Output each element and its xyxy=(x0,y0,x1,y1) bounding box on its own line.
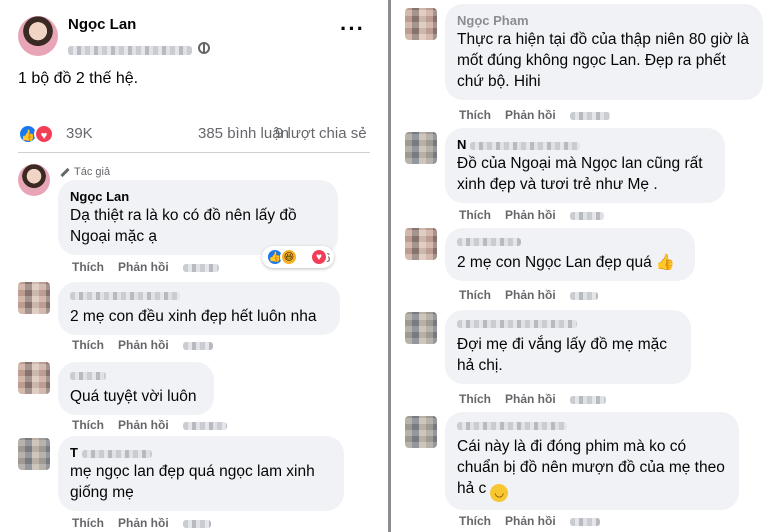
timestamp-redacted xyxy=(182,341,213,350)
like-link[interactable]: Thích xyxy=(72,516,104,530)
like-link[interactable]: Thích xyxy=(72,418,104,432)
comment-actions: Thích Phản hồi xyxy=(459,208,618,222)
comment-text: Thực ra hiện tại đồ của thập niên 80 giờ… xyxy=(457,31,749,90)
comment-author[interactable]: T xyxy=(70,444,332,461)
comment-bubble: Cái này là đi đóng phim mà ko có chuẩn b… xyxy=(445,412,739,510)
comment-bubble: 2 mẹ con Ngọc Lan đẹp quá 👍 xyxy=(445,228,695,281)
globe-icon xyxy=(198,42,210,54)
post-reactions[interactable]: 👍 ♥ xyxy=(18,124,60,144)
comment-actions: Thích Phản hồi xyxy=(459,392,620,406)
comment-author[interactable]: Ngọc Lan xyxy=(70,188,326,205)
timestamp-redacted xyxy=(569,111,610,120)
comment-text: 2 mẹ con đều xinh đẹp hết luôn nha xyxy=(70,308,317,325)
comment-actions: Thích Phản hồi xyxy=(72,516,225,530)
comment-text: Đợi mẹ đi vắng lấy đồ mẹ mặc hả chị. xyxy=(457,336,668,374)
comment-bubble: 2 mẹ con đều xinh đẹp hết luôn nha xyxy=(58,282,340,335)
comment-text: 2 mẹ con Ngọc Lan đẹp quá xyxy=(457,254,652,271)
comment-actions: Thích Phản hồi xyxy=(459,288,612,302)
timestamp-redacted xyxy=(182,421,227,430)
like-link[interactable]: Thích xyxy=(459,392,491,406)
reply-link[interactable]: Phản hồi xyxy=(118,260,169,274)
comment-text: mẹ ngọc lan đẹp quá ngọc lam xinh giống … xyxy=(70,463,315,501)
avatar[interactable] xyxy=(405,132,437,164)
comment-author-redacted xyxy=(81,449,152,458)
comment-reactions[interactable]: 👍 😆 ♥ 76 xyxy=(262,246,335,268)
post-caption: 1 bộ đồ 2 thế hệ. xyxy=(18,70,139,87)
comment-author-redacted[interactable] xyxy=(457,238,521,246)
reply-link[interactable]: Phản hồi xyxy=(505,288,556,302)
love-icon: ♥ xyxy=(310,248,328,266)
timestamp-redacted xyxy=(182,519,211,528)
comment-author[interactable]: Ngọc Pham xyxy=(457,12,751,29)
thumbs-up-icon: 👍 xyxy=(655,254,676,271)
comment-text: Dạ thiệt ra là ko có đồ nên lấy đồ Ngoại… xyxy=(70,207,297,245)
timestamp-redacted xyxy=(182,263,219,272)
haha-icon: 😆 xyxy=(280,248,298,266)
timestamp-redacted xyxy=(569,395,606,404)
pencil-icon xyxy=(60,167,70,177)
comment-bubble: Ngọc Lan Dạ thiệt ra là ko có đồ nên lấy… xyxy=(58,180,338,255)
comment-actions: Thích Phản hồi xyxy=(72,338,227,352)
comment-bubble: Quá tuyệt vời luôn xyxy=(58,362,214,415)
comment-bubble: N Đồ của Ngoại mà Ngọc lan cũng rất xinh… xyxy=(445,128,725,203)
reply-link[interactable]: Phản hồi xyxy=(505,108,556,122)
comment-author-redacted[interactable] xyxy=(70,372,106,380)
author-badge: Tác giả xyxy=(60,166,110,178)
like-link[interactable]: Thích xyxy=(459,514,491,528)
avatar[interactable] xyxy=(18,282,50,314)
like-link[interactable]: Thích xyxy=(459,108,491,122)
avatar[interactable] xyxy=(18,362,50,394)
like-link[interactable]: Thích xyxy=(72,260,104,274)
reply-link[interactable]: Phản hồi xyxy=(505,208,556,222)
divider xyxy=(18,152,370,153)
shares-count[interactable]: 9 lượt chia sẻ xyxy=(275,125,367,142)
reply-link[interactable]: Phản hồi xyxy=(505,514,556,528)
comment-author-redacted[interactable] xyxy=(457,422,567,430)
like-link[interactable]: Thích xyxy=(72,338,104,352)
comment-author[interactable]: N xyxy=(457,136,713,153)
reply-link[interactable]: Phản hồi xyxy=(118,418,169,432)
reply-link[interactable]: Phản hồi xyxy=(505,392,556,406)
reply-link[interactable]: Phản hồi xyxy=(118,516,169,530)
reply-link[interactable]: Phản hồi xyxy=(118,338,169,352)
post-timestamp-redacted xyxy=(68,42,192,60)
comment-text: Quá tuyệt vời luôn xyxy=(70,388,197,405)
reactions-count[interactable]: 39K xyxy=(66,125,93,142)
avatar[interactable] xyxy=(405,8,437,40)
avatar[interactable] xyxy=(405,312,437,344)
avatar[interactable] xyxy=(405,228,437,260)
comment-text: Đồ của Ngoại mà Ngọc lan cũng rất xinh đ… xyxy=(457,155,703,193)
avatar[interactable] xyxy=(18,438,50,470)
avatar[interactable] xyxy=(405,416,437,448)
comment-bubble: Đợi mẹ đi vắng lấy đồ mẹ mặc hả chị. xyxy=(445,310,691,384)
love-icon: ♥ xyxy=(34,124,54,144)
comment-actions: Thích Phản hồi xyxy=(459,108,624,122)
author-avatar[interactable] xyxy=(18,16,58,56)
post-author-name[interactable]: Ngọc Lan xyxy=(68,16,136,33)
comment-bubble: Ngọc Pham Thực ra hiện tại đồ của thập n… xyxy=(445,4,763,100)
right-panel: Ngọc Pham Thực ra hiện tại đồ của thập n… xyxy=(391,0,780,532)
smile-emoji-icon: ◡ xyxy=(490,484,509,502)
like-link[interactable]: Thích xyxy=(459,288,491,302)
avatar[interactable] xyxy=(18,164,50,196)
timestamp-redacted xyxy=(569,211,604,220)
like-link[interactable]: Thích xyxy=(459,208,491,222)
comment-actions: Thích Phản hồi xyxy=(72,418,241,432)
comment-bubble: T mẹ ngọc lan đẹp quá ngọc lam xinh giốn… xyxy=(58,436,344,511)
timestamp-redacted xyxy=(569,517,600,526)
timestamp-redacted xyxy=(569,291,598,300)
comment-author-redacted[interactable] xyxy=(457,320,577,328)
left-panel: Ngọc Lan ··· 1 bộ đồ 2 thế hệ. 👍 ♥ 39K 3… xyxy=(0,0,388,532)
comment-actions: Thích Phản hồi xyxy=(72,260,233,274)
comment-author-redacted[interactable] xyxy=(70,292,180,300)
more-dots-icon[interactable]: ··· xyxy=(340,18,365,40)
comment-actions: Thích Phản hồi xyxy=(459,514,614,528)
comment-author-redacted xyxy=(470,141,581,150)
